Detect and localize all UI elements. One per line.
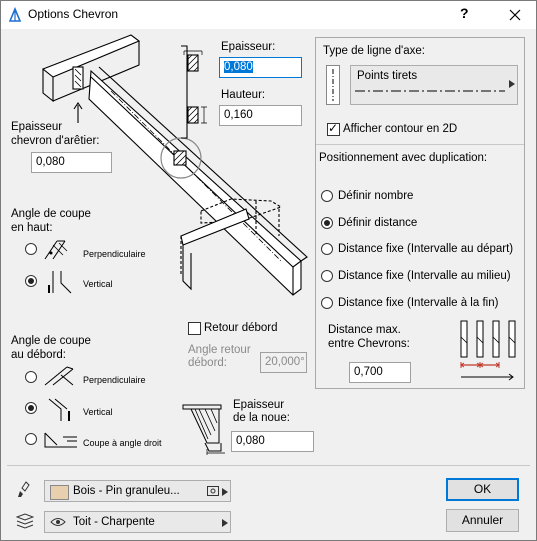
epaisseur-noue-input[interactable]: 0,080 [231,431,314,452]
ok-button[interactable]: OK [446,478,519,501]
dash-dot-line-icon [355,90,505,92]
material-popup[interactable]: Bois - Pin granuleu... [44,480,231,502]
debord-perpendiculaire-icon [44,366,74,386]
angle-haut-label: Angle de coupe en haut: [11,208,91,234]
layer-value: Toit - Charpente [73,516,155,528]
line-type-icon [326,65,340,105]
close-icon [509,9,521,21]
angle-haut-option-2: Vertical [83,279,113,289]
afficher-contour-label: Afficher contour en 2D [343,123,458,135]
epaisseur-noue-label: Epaisseur de la noue: [233,399,290,424]
hauteur-input[interactable]: 0,160 [219,105,302,126]
pos-option-2: Définir distance [338,217,418,229]
epaisseur-label: Epaisseur: [221,41,276,53]
epaisseur-arretier-input[interactable]: 0,080 [31,152,112,173]
angle-debord-vertical-radio[interactable] [25,402,37,414]
angle-debord-option-3: Coupe à angle droit [83,438,162,448]
epaisseur-input[interactable]: 0,080 [219,57,302,78]
layer-popup[interactable]: Toit - Charpente [44,511,231,533]
title-bar: Options Chevron ? [1,1,536,29]
angle-haut-option-1: Perpendiculaire [83,249,146,259]
material-value: Bois - Pin granuleu... [73,485,180,497]
angle-debord-coupe-droit-radio[interactable] [25,433,37,445]
line-type-popup[interactable]: Points tirets [350,65,518,105]
retour-debord-label: Retour débord [204,322,278,334]
vertical-cut-icon [48,271,72,294]
line-type-value: Points tirets [357,70,418,82]
layers-icon [16,513,34,529]
angle-retour-label: Angle retour débord: [188,344,251,369]
chevron-right-icon [509,80,515,88]
angle-debord-perpendiculaire-radio[interactable] [25,371,37,383]
window-title: Options Chevron [28,7,119,21]
pos-radio-4[interactable] [321,270,333,282]
perpendiculaire-cut-icon [44,240,68,260]
divider [316,144,524,145]
material-picture-icon [207,486,219,496]
retour-debord-checkbox[interactable] [188,322,201,335]
rafter-spacing-icon [460,320,516,381]
pos-option-1: Définir nombre [338,190,414,202]
pos-option-5: Distance fixe (Intervalle à la fin) [338,297,499,309]
type-ligne-label: Type de ligne d'axe: [323,45,425,57]
angle-retour-input: 20,000° [260,352,307,373]
hauteur-label: Hauteur: [221,89,266,101]
pos-radio-3[interactable] [321,243,333,255]
angle-debord-option-2: Vertical [83,407,113,417]
paint-brush-icon [18,481,30,497]
footer-divider [7,465,530,466]
pos-radio-5[interactable] [321,297,333,309]
chevron-right-icon [222,488,228,496]
debord-coupe-droit-icon [44,432,77,448]
angle-haut-perpendiculaire-radio[interactable] [25,243,37,255]
epaisseur-arretier-label: Epaisseur chevron d'arêtier: [11,121,100,147]
chevron-right-icon [222,519,228,527]
angle-debord-option-1: Perpendiculaire [83,375,146,385]
material-swatch [50,485,69,500]
cancel-button[interactable]: Annuler [446,509,519,532]
angle-haut-vertical-radio[interactable] [25,275,37,287]
close-button[interactable] [500,3,530,27]
distance-max-label: Distance max. entre Chevrons: [328,324,410,350]
angle-debord-label: Angle de coupe au débord: [11,335,91,361]
pos-radio-2[interactable] [321,217,333,229]
epaisseur-value: 0,080 [224,61,253,73]
help-button[interactable]: ? [460,5,469,21]
pos-radio-1[interactable] [321,190,333,202]
afficher-contour-checkbox[interactable] [327,121,340,136]
app-icon [8,7,22,22]
debord-vertical-icon [48,398,70,421]
eye-icon [50,518,66,526]
options-chevron-dialog: Options Chevron ? Epaisseur chevron d'ar… [0,0,537,541]
pos-option-4: Distance fixe (Intervalle au milieu) [338,270,511,282]
distance-max-input[interactable]: 0,700 [349,362,411,383]
pos-option-3: Distance fixe (Intervalle au départ) [338,243,514,255]
noue-icon [182,404,225,455]
positionnement-label: Positionnement avec duplication: [319,152,488,164]
